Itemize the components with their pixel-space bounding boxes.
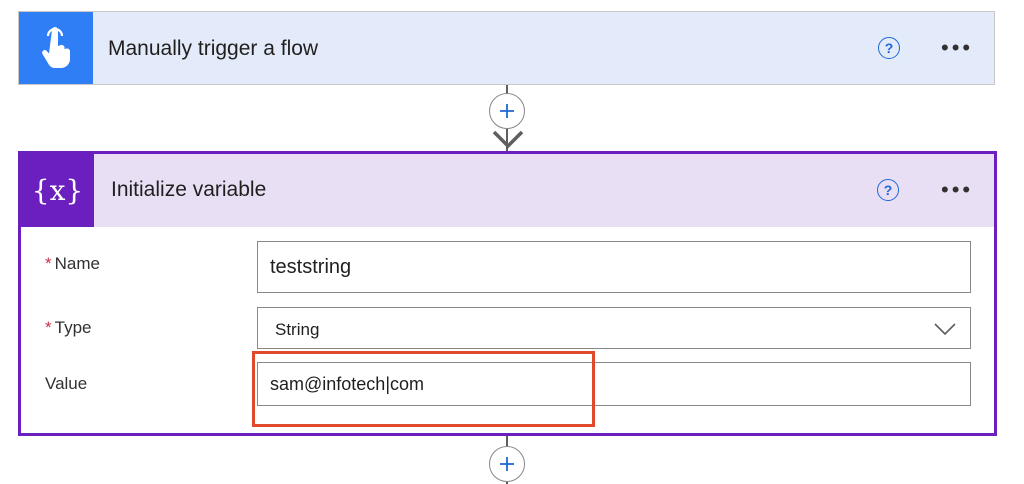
name-label-text: Name <box>54 254 100 273</box>
type-label: * Type <box>45 318 91 338</box>
value-input[interactable] <box>257 362 971 406</box>
type-label-text: Type <box>54 318 92 337</box>
trigger-card[interactable]: Manually trigger a flow ? ••• <box>18 11 995 85</box>
initialize-variable-card[interactable]: {x} Initialize variable ? ••• *Name *Typ… <box>18 151 997 436</box>
trigger-more-button[interactable]: ••• <box>941 37 973 59</box>
name-input[interactable] <box>257 241 971 293</box>
required-mark: * <box>45 318 52 337</box>
variable-icon: {x} <box>21 154 94 227</box>
trigger-icon-box <box>19 12 93 84</box>
plus-icon <box>500 457 514 471</box>
plus-icon <box>500 104 514 118</box>
trigger-title: Manually trigger a flow <box>108 37 319 60</box>
chevron-down-icon <box>492 130 524 149</box>
trigger-help-button[interactable]: ? <box>878 37 900 59</box>
name-label: * Name <box>45 254 100 274</box>
variable-title: Initialize variable <box>111 178 267 201</box>
add-step-button[interactable] <box>489 446 525 482</box>
variable-icon-text: {x} <box>31 174 84 207</box>
type-select-value: String <box>275 320 320 339</box>
variable-help-button[interactable]: ? <box>877 179 899 201</box>
variable-card-header[interactable]: {x} Initialize variable ? ••• <box>21 154 994 227</box>
required-mark: * <box>45 254 52 273</box>
chevron-down-icon <box>934 323 956 336</box>
add-step-button[interactable] <box>489 93 525 129</box>
value-label: Value <box>45 374 88 393</box>
type-select[interactable]: String <box>257 307 971 349</box>
variable-more-button[interactable]: ••• <box>941 179 973 201</box>
touch-hand-icon <box>42 27 70 68</box>
